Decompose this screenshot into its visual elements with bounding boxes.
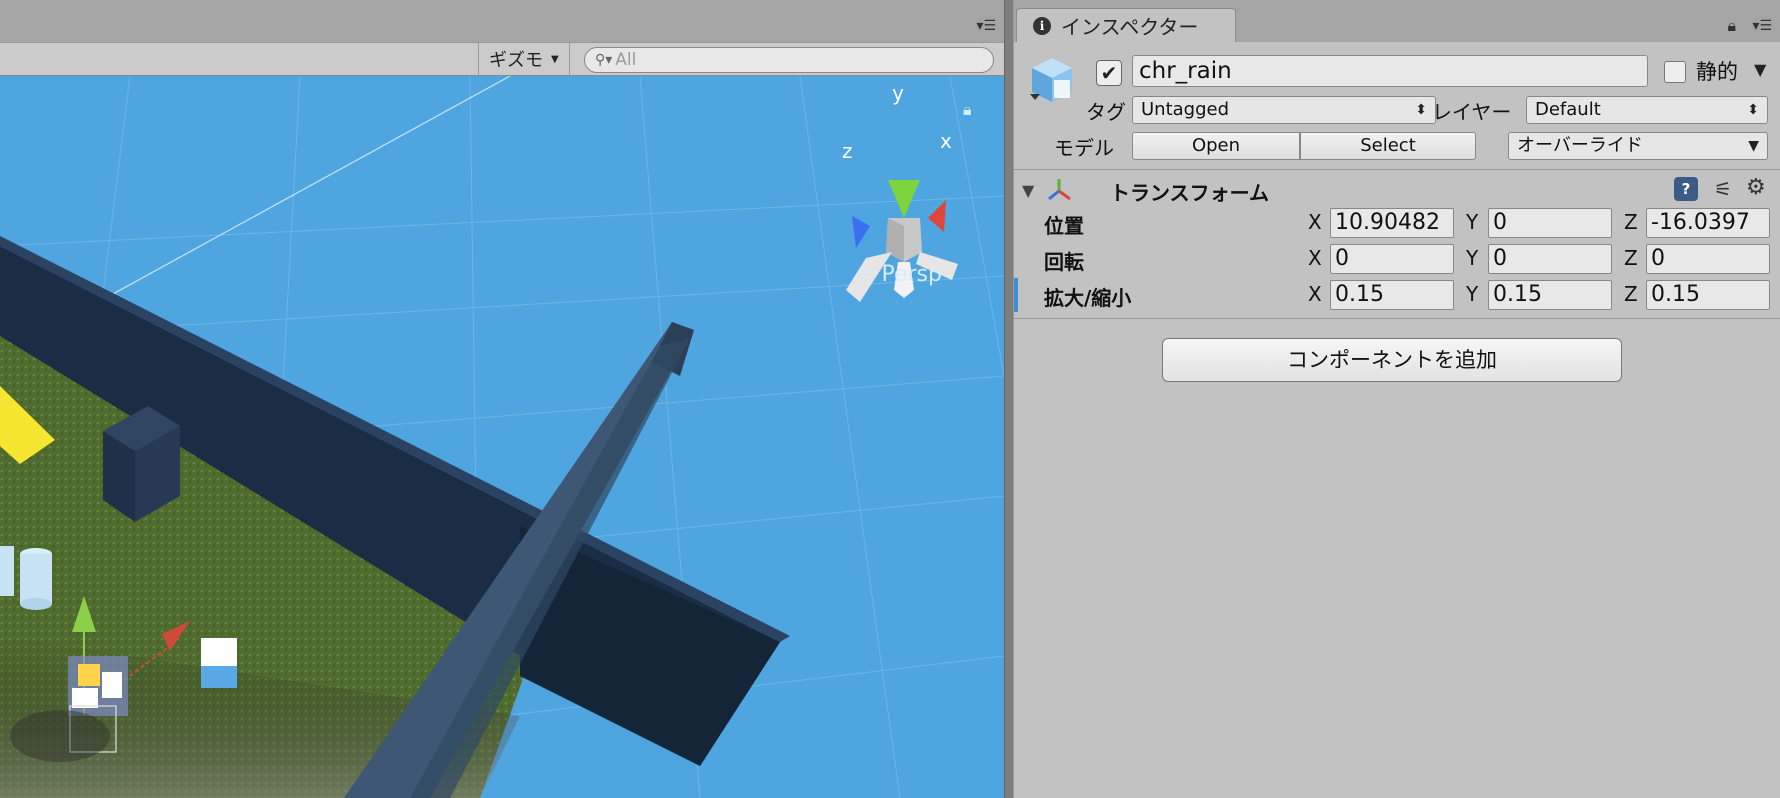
lock-icon[interactable]: 🔒︎ (1727, 16, 1736, 36)
open-model-button[interactable]: Open (1132, 132, 1300, 160)
scale-x-field[interactable]: 0.15 (1330, 280, 1454, 310)
section-divider (1014, 318, 1780, 319)
chevron-down-icon: ▼ (1748, 138, 1759, 154)
scene-panel: ▾☰ ギズモ ▼ ⚲▾ All y x z 🔒︎ < Persp (0, 0, 1004, 798)
rotation-x-field[interactable]: 0 (1330, 244, 1454, 274)
scale-highlight-bar (1014, 278, 1018, 312)
search-icon: ⚲▾ (595, 52, 613, 68)
inspector-tabbar: i インスペクター 🔒︎ ▾☰ (1014, 0, 1780, 42)
scene-render[interactable]: y x z (0, 76, 1004, 798)
object-name-input[interactable]: chr_rain (1132, 55, 1648, 87)
transform-header[interactable]: ▼ トランスフォーム ? ⚟ ⚙ (1014, 171, 1780, 207)
small-cube (201, 638, 237, 666)
scene-viewport[interactable]: y x z 🔒︎ < Persp (0, 76, 1004, 798)
scale-label: 拡大/縮小 (1044, 286, 1132, 310)
overrides-dropdown[interactable]: オーバーライド ▼ (1508, 132, 1768, 160)
gizmo-x-label: x (940, 129, 952, 153)
gear-icon[interactable]: ⚙ (1746, 175, 1766, 200)
transform-row-position: 位置 X 10.90482 Y 0 Z -16.0397 (1014, 206, 1780, 240)
axis-y-label[interactable]: Y (1466, 282, 1478, 306)
tab-inspector-label: インスペクター (1061, 15, 1199, 39)
rotation-y-field[interactable]: 0 (1488, 244, 1612, 274)
layer-label: レイヤー (1432, 100, 1512, 124)
scene-search-input[interactable]: ⚲▾ All (584, 47, 994, 73)
scene-toolbar: ギズモ ▼ ⚲▾ All (0, 42, 1004, 76)
layer-dropdown[interactable]: Default ⬍ (1526, 96, 1768, 124)
axis-y-label[interactable]: Y (1466, 210, 1478, 234)
rotation-z-field[interactable]: 0 (1646, 244, 1770, 274)
position-x-field[interactable]: 10.90482 (1330, 208, 1454, 238)
overrides-label: オーバーライド (1517, 135, 1643, 156)
gizmos-label: ギズモ (489, 50, 543, 71)
select-model-button[interactable]: Select (1300, 132, 1476, 160)
scale-z-field[interactable]: 0.15 (1646, 280, 1770, 310)
help-icon[interactable]: ? (1674, 177, 1698, 201)
panel-splitter[interactable] (1004, 0, 1014, 798)
static-label: 静的 (1696, 60, 1738, 84)
axis-z-label[interactable]: Z (1624, 210, 1638, 234)
axis-x-label[interactable]: X (1308, 246, 1322, 270)
unity-editor: ▾☰ ギズモ ▼ ⚲▾ All y x z 🔒︎ < Persp i インスペク… (0, 0, 1780, 798)
tag-label: タグ (1086, 100, 1126, 124)
prefab-cube-icon (1030, 58, 1072, 102)
presets-icon[interactable]: ⚟ (1714, 177, 1732, 201)
foldout-arrow-icon[interactable]: ▼ (1022, 181, 1034, 200)
rotation-label: 回転 (1044, 250, 1084, 274)
active-checkbox[interactable]: ✔ (1096, 60, 1122, 86)
axis-x-label[interactable]: X (1308, 282, 1322, 306)
add-component-button[interactable]: コンポーネントを追加 (1162, 338, 1622, 382)
search-placeholder: All (615, 50, 637, 70)
persp-arrow-icon: < (856, 262, 875, 287)
scale-y-field[interactable]: 0.15 (1488, 280, 1612, 310)
gizmos-dropdown[interactable]: ギズモ ▼ (478, 43, 570, 75)
position-label: 位置 (1044, 214, 1084, 238)
axis-z-label[interactable]: Z (1624, 282, 1638, 306)
chevron-down-icon[interactable]: ▼ (1754, 60, 1766, 79)
chevron-down-icon: ▼ (551, 53, 559, 65)
inspector-menu-icon[interactable]: ▾☰ (1752, 18, 1772, 34)
transform-row-scale: 拡大/縮小 X 0.15 Y 0.15 Z 0.15 (1014, 278, 1780, 312)
inspector-panel: i インスペクター 🔒︎ ▾☰ ✔ chr_rain 静的 ▼ タグ Untag… (1014, 0, 1780, 798)
model-label: モデル (1054, 136, 1114, 160)
tag-value: Untagged (1141, 99, 1230, 120)
position-y-field[interactable]: 0 (1488, 208, 1612, 238)
info-icon: i (1033, 16, 1051, 35)
gizmo-z-label: z (842, 139, 853, 163)
persp-text: Persp (881, 262, 942, 287)
transform-axis-icon (1048, 179, 1071, 201)
lock-icon[interactable]: 🔒︎ (963, 100, 972, 120)
gizmo-y-label: y (892, 81, 904, 105)
tab-inspector[interactable]: i インスペクター (1016, 8, 1236, 42)
position-z-field[interactable]: -16.0397 (1646, 208, 1770, 238)
layer-value: Default (1535, 99, 1601, 120)
gameobject-header: ✔ chr_rain 静的 ▼ タグ Untagged ⬍ レイヤー Defau… (1014, 42, 1780, 170)
scene-tabbar: ▾☰ (0, 0, 1004, 42)
updown-arrow-icon: ⬍ (1415, 102, 1427, 118)
axis-z-label[interactable]: Z (1624, 246, 1638, 270)
axis-y-label[interactable]: Y (1466, 246, 1478, 270)
updown-arrow-icon: ⬍ (1747, 102, 1759, 118)
transform-row-rotation: 回転 X 0 Y 0 Z 0 (1014, 242, 1780, 276)
transform-title: トランスフォーム (1110, 181, 1269, 205)
static-checkbox[interactable] (1664, 61, 1686, 83)
tag-dropdown[interactable]: Untagged ⬍ (1132, 96, 1436, 124)
axis-x-label[interactable]: X (1308, 210, 1322, 234)
scene-panel-menu-icon[interactable]: ▾☰ (976, 18, 996, 34)
persp-label[interactable]: < Persp (856, 262, 942, 287)
